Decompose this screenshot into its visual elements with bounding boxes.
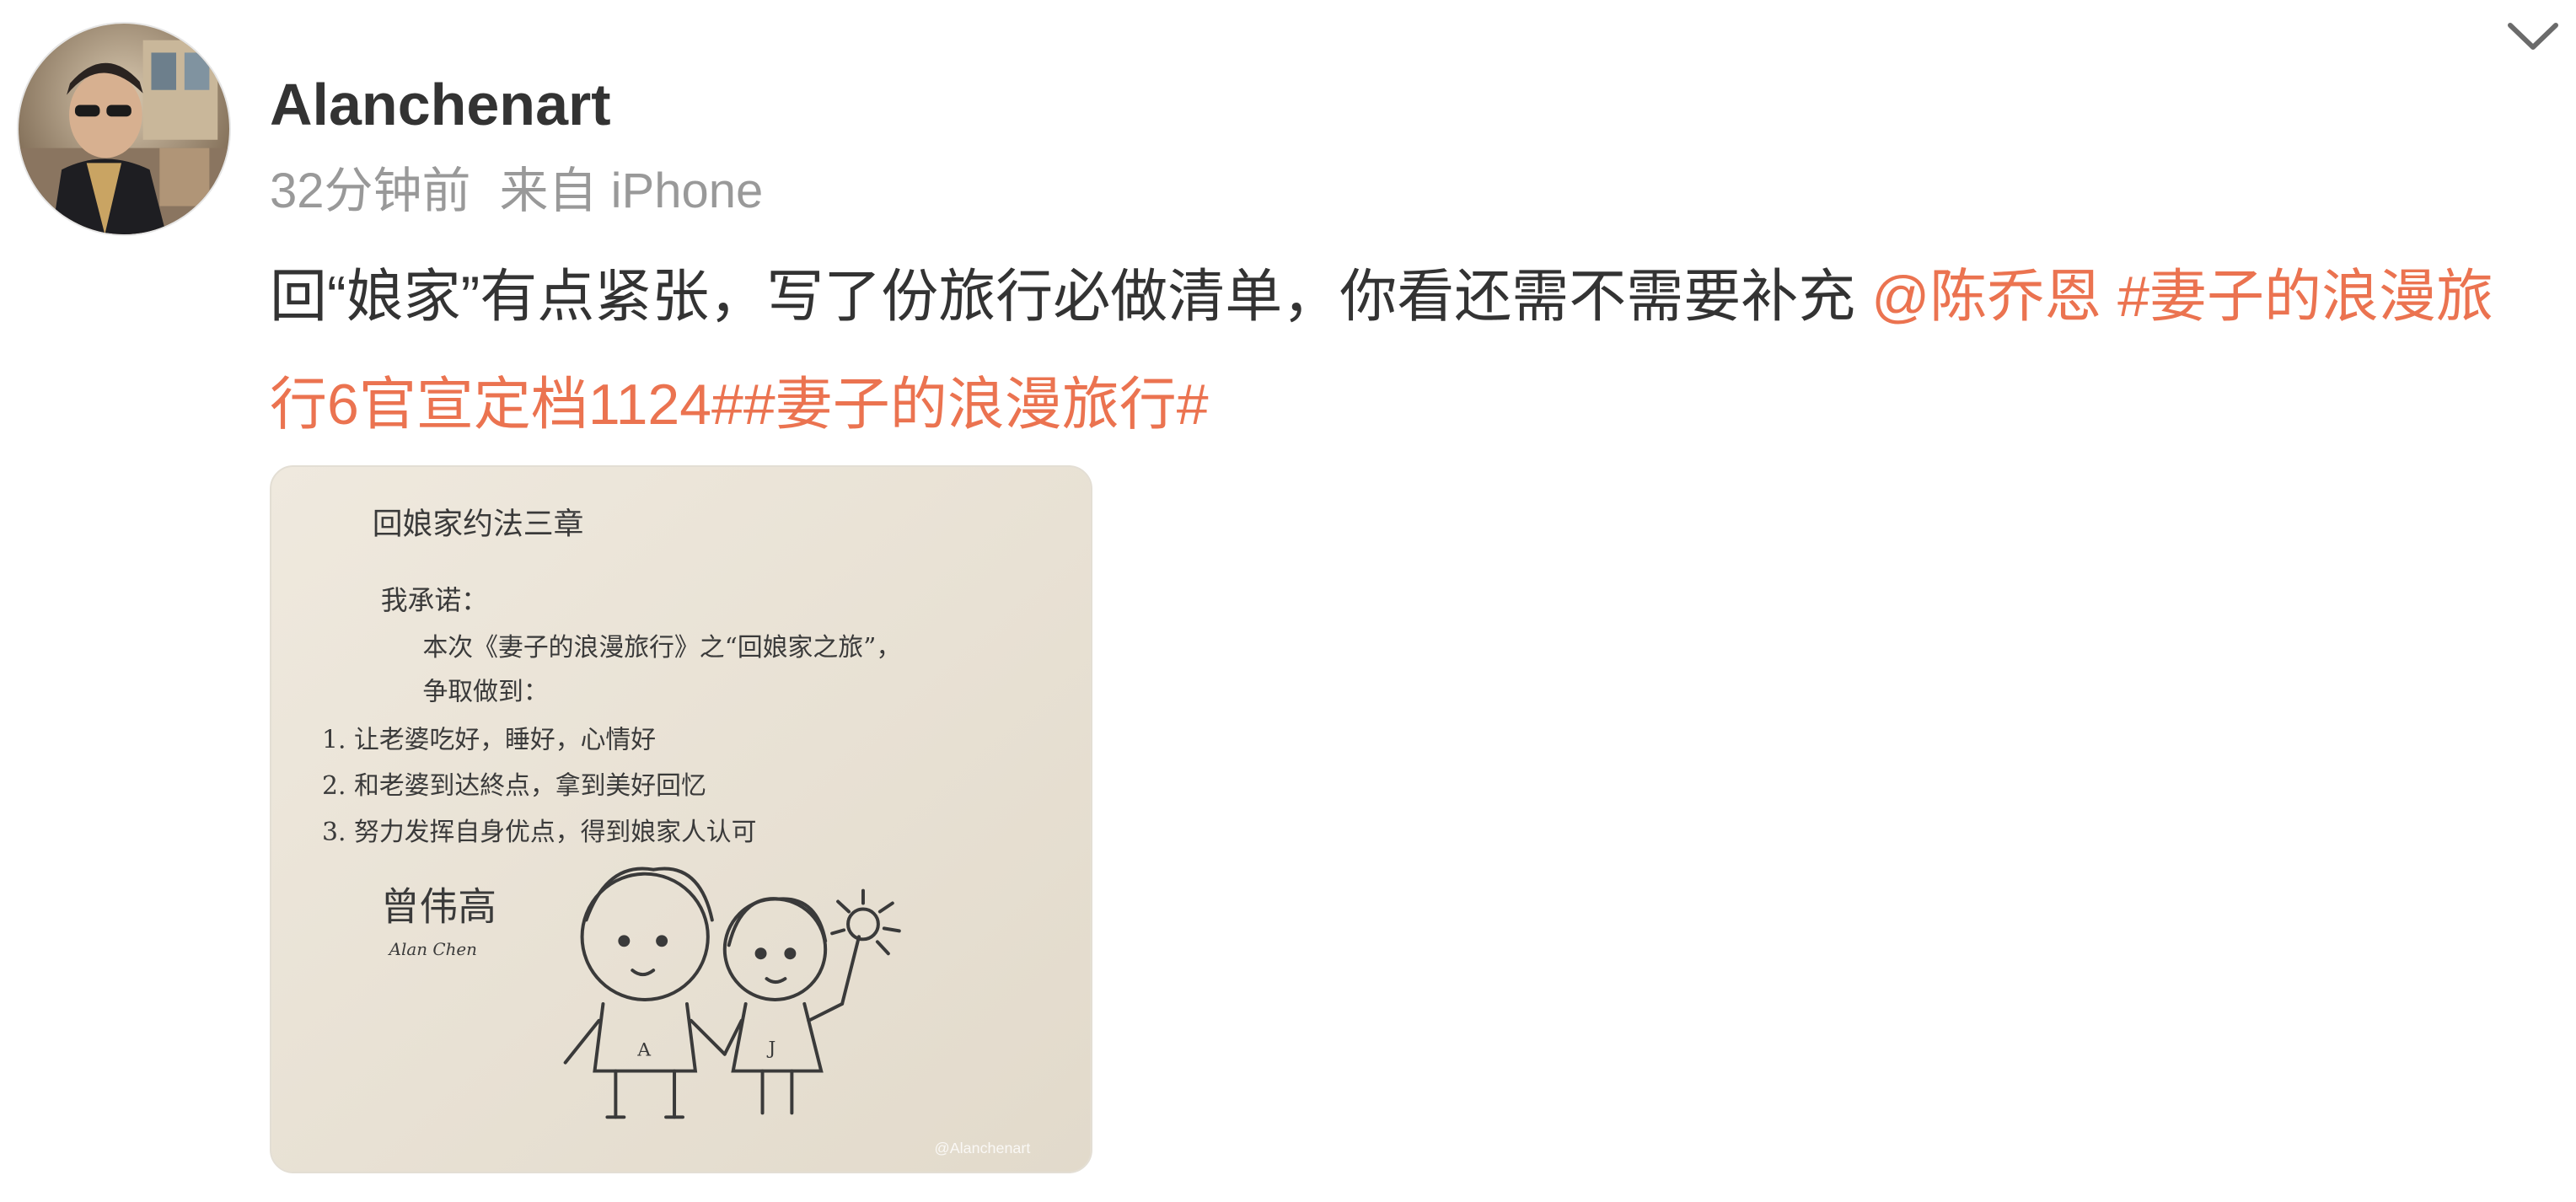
mention-link[interactable]: @陈乔恩 <box>1871 265 2101 329</box>
note-line-2: 争取做到： <box>422 678 548 707</box>
post-meta: 32分钟前 来自 iPhone <box>270 162 763 221</box>
note-signature: 曾伟高 <box>381 884 496 929</box>
watermark: @Alanchenart <box>935 1140 1031 1156</box>
note-item-2: 2. 和老婆到达終点，拿到美好回忆 <box>322 771 706 801</box>
figure-right-letter: J <box>767 1038 776 1060</box>
avatar-photo <box>19 24 229 234</box>
hashtag-link-2[interactable]: #妻子的浪漫旅行# <box>743 373 1209 437</box>
post-time-link[interactable]: 32分钟前 <box>270 164 471 218</box>
note-title: 回娘家约法三章 <box>373 507 584 542</box>
chevron-down-icon[interactable] <box>2504 12 2563 59</box>
note-intro: 我承诺： <box>381 584 488 616</box>
note-item: 1. 让老婆吃好，睡好，心情好 <box>322 725 656 754</box>
username-link[interactable]: Alanchenart <box>270 69 611 140</box>
note-item-3: 3. 努力发挥自身优点，得到娘家人认可 <box>322 818 756 847</box>
weibo-post-card: Alanchenart 32分钟前 来自 iPhone 回“娘家”有点紧张，写了份… <box>0 0 2576 1202</box>
note-signature-en: Alan Chen <box>388 940 477 959</box>
post-text: 回“娘家”有点紧张，写了份旅行必做清单，你看还需不需要补充 @陈乔恩 #妻子的浪… <box>270 243 2546 459</box>
source-label: 来自 <box>499 164 598 218</box>
avatar[interactable] <box>17 22 231 236</box>
post-text-body: 回“娘家”有点紧张，写了份旅行必做清单，你看还需不需要补充 <box>270 265 1872 329</box>
post-image[interactable]: 回娘家约法三章 我承诺： 本次《妻子的浪漫旅行》之“回娘家之旅”， 争取做到： … <box>270 465 1092 1173</box>
source-device-link[interactable]: iPhone <box>611 164 764 218</box>
figure-left-letter: A <box>636 1040 652 1061</box>
note-line: 本次《妻子的浪漫旅行》之“回娘家之旅”， <box>422 633 901 663</box>
handwritten-note-image: 回娘家约法三章 我承诺： 本次《妻子的浪漫旅行》之“回娘家之旅”， 争取做到： … <box>271 467 1091 1172</box>
